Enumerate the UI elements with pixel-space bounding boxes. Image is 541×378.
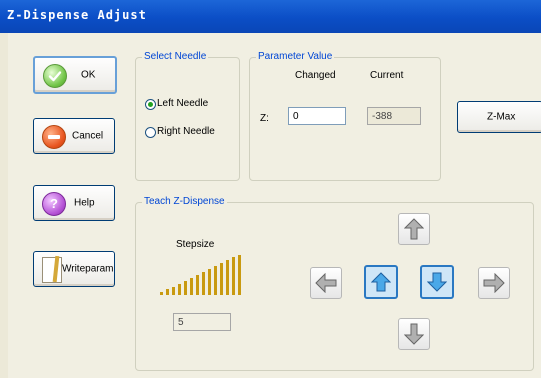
ok-button[interactable]: OK <box>33 56 117 94</box>
cancel-button[interactable]: Cancel <box>33 118 115 154</box>
select-needle-legend: Select Needle <box>142 51 209 62</box>
z-down-arrow-icon <box>427 272 447 292</box>
z-changed-input[interactable]: 0 <box>288 107 346 125</box>
z-max-button[interactable]: Z-Max <box>457 101 541 133</box>
down-arrow-icon <box>404 323 424 345</box>
current-column-header: Current <box>370 70 404 81</box>
teach-z-dispense-legend: Teach Z-Dispense <box>142 196 227 207</box>
stepsize-value[interactable]: 5 <box>173 313 231 331</box>
z-up-button[interactable] <box>364 265 398 299</box>
move-right-button[interactable] <box>478 267 510 299</box>
left-needle-radio[interactable]: Left Needle <box>145 98 235 111</box>
help-button[interactable]: ? Help <box>33 185 115 221</box>
title-bar[interactable]: Z-Dispense Adjust <box>0 0 541 33</box>
checkmark-icon <box>43 64 67 88</box>
ok-button-label: OK <box>81 69 96 81</box>
z-label: Z: <box>260 113 269 124</box>
z-dispense-adjust-window: Z-Dispense Adjust OK Cancel ? Help Write… <box>0 0 541 378</box>
stepsize-staircase-icon <box>160 255 246 295</box>
radio-unselected-icon <box>145 127 156 138</box>
move-left-button[interactable] <box>310 267 342 299</box>
right-needle-radio[interactable]: Right Needle <box>145 126 235 139</box>
parameter-value-legend: Parameter Value <box>256 51 335 62</box>
question-mark-icon: ? <box>42 192 66 216</box>
move-up-button[interactable] <box>398 213 430 245</box>
move-down-button[interactable] <box>398 318 430 350</box>
stepsize-label: Stepsize <box>176 239 215 250</box>
radio-selected-icon <box>145 99 156 110</box>
left-needle-label: Left Needle <box>157 98 209 109</box>
right-needle-label: Right Needle <box>157 126 215 137</box>
up-arrow-icon <box>404 218 424 240</box>
changed-column-header: Changed <box>295 70 336 81</box>
z-current-value: -388 <box>367 107 421 125</box>
z-up-arrow-icon <box>371 272 391 292</box>
help-button-label: Help <box>74 197 95 209</box>
z-max-button-label: Z-Max <box>487 111 516 123</box>
z-down-button[interactable] <box>420 265 454 299</box>
select-needle-group: Select Needle <box>135 51 240 181</box>
writeparam-button[interactable]: Writeparam <box>33 251 115 287</box>
writeparam-button-label: Writeparam <box>62 263 114 275</box>
notepad-icon <box>42 255 62 283</box>
window-title: Z-Dispense Adjust <box>7 8 147 22</box>
cancel-button-label: Cancel <box>72 130 104 142</box>
right-arrow-icon <box>483 273 505 293</box>
left-arrow-icon <box>315 273 337 293</box>
minus-icon <box>42 125 66 149</box>
